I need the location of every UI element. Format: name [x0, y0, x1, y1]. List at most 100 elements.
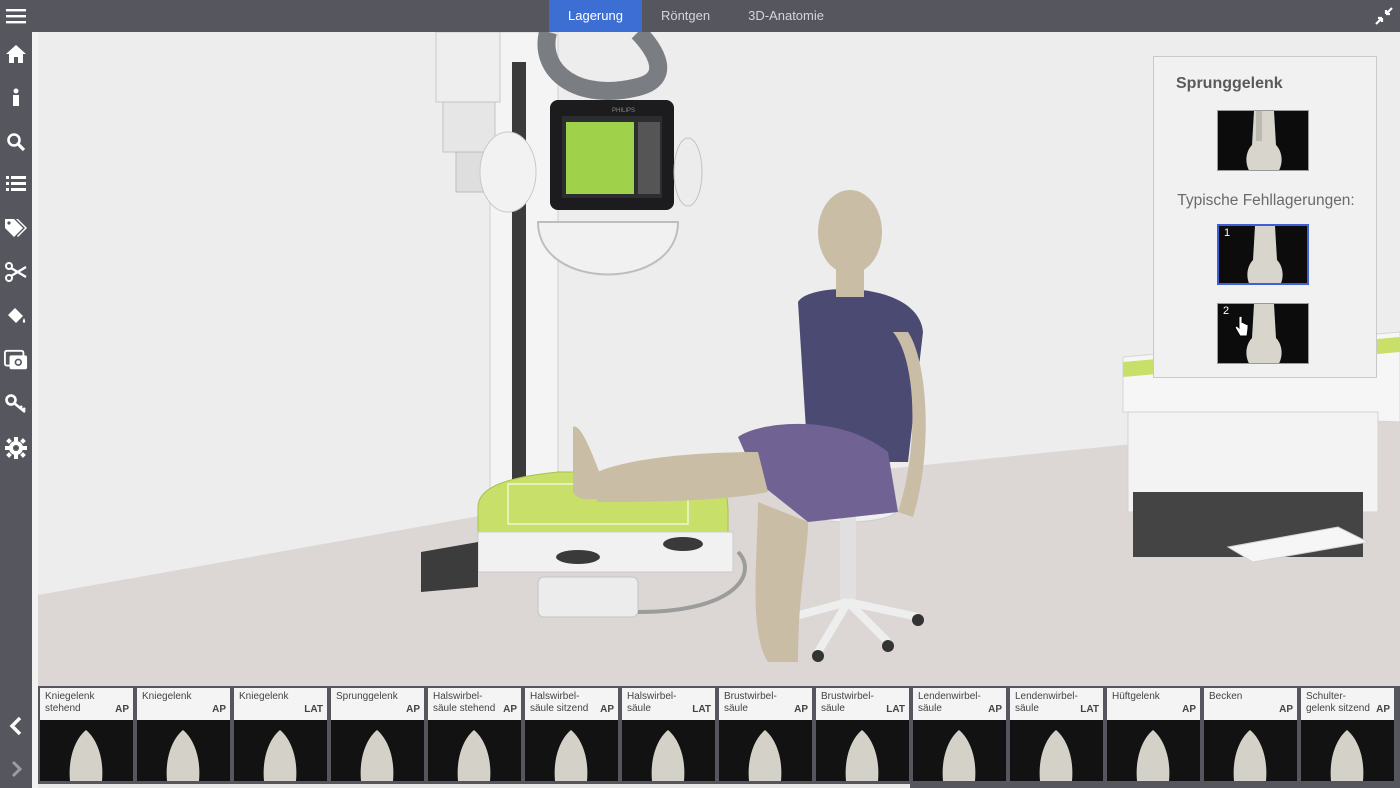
tab-3d-anatomie[interactable]: 3D-Anatomie — [729, 0, 843, 32]
projection-label: Kniegelenk — [239, 691, 289, 702]
projection-card[interactable]: Halswirbel-säule LAT — [622, 688, 715, 781]
projection-label: Brustwirbel-säule — [724, 691, 777, 714]
search-icon[interactable] — [4, 130, 28, 154]
paint-bucket-icon[interactable] — [4, 304, 28, 328]
projection-strip: Kniegelenk stehend AP Kniegelenk AP Kniegele… — [38, 686, 1400, 788]
projection-card-header: Kniegelenk stehend AP — [40, 688, 133, 720]
projection-view: AP — [1182, 704, 1196, 715]
info-panel: Sprunggelenk Typische Fehllagerungen: 1 … — [1153, 56, 1377, 378]
thumbnail-number: 2 — [1223, 305, 1230, 317]
projection-card-header: Kniegelenk AP — [137, 688, 230, 720]
panel-subtitle: Typische Fehllagerungen: — [1177, 192, 1355, 209]
projection-label: Schulter-gelenk sitzend — [1306, 691, 1370, 714]
projection-card-header: Hüftgelenk AP — [1107, 688, 1200, 720]
top-bar: Lagerung Röntgen 3D-Anatomie — [0, 0, 1400, 32]
projection-view: LAT — [692, 704, 711, 715]
projection-thumbnail — [1301, 720, 1394, 781]
projection-label: Kniegelenk — [142, 691, 192, 702]
scissors-icon[interactable] — [4, 260, 28, 284]
collapse-icon[interactable] — [1374, 6, 1394, 26]
projection-label: Brustwirbel-säule — [821, 691, 874, 714]
projection-label: Hüftgelenk — [1112, 691, 1160, 702]
projection-thumbnail — [1107, 720, 1200, 781]
reference-thumbnail[interactable] — [1217, 110, 1309, 171]
list-icon[interactable] — [4, 172, 28, 196]
projection-card[interactable]: Kniegelenk AP — [137, 688, 230, 781]
projection-view: LAT — [304, 704, 323, 715]
projection-thumbnail — [913, 720, 1006, 781]
projection-thumbnail — [525, 720, 618, 781]
projection-view: AP — [988, 704, 1002, 715]
tab-roentgen[interactable]: Röntgen — [642, 0, 729, 32]
projection-thumbnail — [1010, 720, 1103, 781]
projection-card[interactable]: Lendenwirbel-säule LAT — [1010, 688, 1103, 781]
tab-lagerung[interactable]: Lagerung — [549, 0, 642, 32]
projection-view: AP — [794, 704, 808, 715]
projection-card[interactable]: Lendenwirbel-säule AP — [913, 688, 1006, 781]
camera-icon[interactable] — [4, 348, 28, 372]
hamburger-menu-icon[interactable] — [0, 0, 32, 32]
projection-card[interactable]: Hüftgelenk AP — [1107, 688, 1200, 781]
projection-thumbnail — [331, 720, 424, 781]
projection-card[interactable]: Brustwirbel-säule AP — [719, 688, 812, 781]
projection-view: LAT — [886, 704, 905, 715]
projection-thumbnail — [234, 720, 327, 781]
projection-view: AP — [503, 704, 517, 715]
panel-title: Sprunggelenk — [1176, 75, 1283, 92]
projection-thumbnail — [622, 720, 715, 781]
projection-label: Becken — [1209, 691, 1243, 702]
projection-view: AP — [212, 704, 226, 715]
projection-card-header: Lendenwirbel-säule LAT — [1010, 688, 1103, 720]
projection-thumbnail — [1204, 720, 1297, 781]
projection-label: Halswirbel-säule stehend — [433, 691, 496, 714]
projection-view: AP — [1279, 704, 1293, 715]
projection-view: AP — [406, 704, 420, 715]
info-icon[interactable] — [4, 86, 28, 110]
projection-card-header: Brustwirbel-säule LAT — [816, 688, 909, 720]
projection-card[interactable]: Schulter-gelenk sitzend AP — [1301, 688, 1394, 781]
projection-card-header: Sprunggelenk AP — [331, 688, 424, 720]
projection-view: AP — [115, 704, 129, 715]
projection-card-header: Becken AP — [1204, 688, 1297, 720]
projection-card-header: Halswirbel-säule stehend AP — [428, 688, 521, 720]
projection-card-header: Halswirbel-säule sitzend AP — [525, 688, 618, 720]
home-icon[interactable] — [4, 42, 28, 66]
projection-label: Lendenwirbel-säule — [918, 691, 981, 714]
projection-thumbnail — [428, 720, 521, 781]
thumbnail-number: 1 — [1224, 227, 1231, 239]
projection-card[interactable]: Halswirbel-säule stehend AP — [428, 688, 521, 781]
gear-icon[interactable] — [4, 436, 28, 460]
projection-card[interactable]: Kniegelenk stehend AP — [40, 688, 133, 781]
brand-label: PHILIPS — [612, 108, 635, 114]
projection-thumbnail — [719, 720, 812, 781]
sidebar — [0, 32, 32, 788]
projection-card[interactable]: Sprunggelenk AP — [331, 688, 424, 781]
projection-label: Sprunggelenk — [336, 691, 398, 702]
hand-cursor-icon — [1234, 316, 1249, 337]
projection-thumbnail — [40, 720, 133, 781]
tab-bar: Lagerung Röntgen 3D-Anatomie — [549, 0, 843, 32]
projection-card-header: Lendenwirbel-säule AP — [913, 688, 1006, 720]
projection-card[interactable]: Halswirbel-säule sitzend AP — [525, 688, 618, 781]
key-icon[interactable] — [4, 392, 28, 416]
malposition-thumbnail-2[interactable]: 2 — [1217, 303, 1309, 364]
projection-card[interactable]: Brustwirbel-säule LAT — [816, 688, 909, 781]
projection-thumbnail — [816, 720, 909, 781]
projection-card-header: Kniegelenk LAT — [234, 688, 327, 720]
projection-card[interactable]: Kniegelenk LAT — [234, 688, 327, 781]
projection-card-header: Schulter-gelenk sitzend AP — [1301, 688, 1394, 720]
tags-icon[interactable] — [4, 216, 28, 240]
projection-card[interactable]: Becken AP — [1204, 688, 1297, 781]
projection-thumbnail — [137, 720, 230, 781]
projection-view: AP — [600, 704, 614, 715]
strip-scrollbar[interactable] — [38, 784, 910, 788]
projection-card-header: Halswirbel-säule LAT — [622, 688, 715, 720]
projection-view: LAT — [1080, 704, 1099, 715]
projection-label: Halswirbel-säule sitzend — [530, 691, 589, 714]
chevron-left-icon[interactable] — [4, 714, 28, 738]
chevron-right-icon[interactable] — [4, 757, 28, 781]
projection-label: Halswirbel-säule — [627, 691, 677, 714]
projection-card-header: Brustwirbel-säule AP — [719, 688, 812, 720]
malposition-thumbnail-1[interactable]: 1 — [1217, 224, 1309, 285]
projection-label: Lendenwirbel-säule — [1015, 691, 1078, 714]
